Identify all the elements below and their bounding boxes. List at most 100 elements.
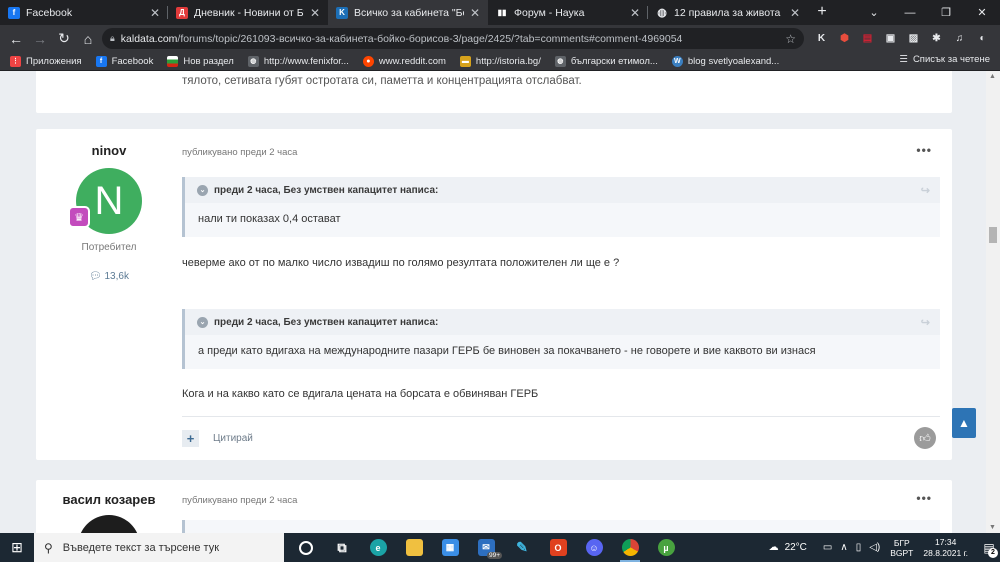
taskbar-apps: ⧉ e ▦ ✉ 99+ ✎ O ☺ µ	[288, 533, 684, 562]
restore-icon[interactable]: ❐	[928, 6, 964, 19]
bookmarks-bar: ⋮ Приложения f Facebook Нов раздел ◍ http:/…	[0, 52, 1000, 71]
post-options-icon[interactable]: •••	[916, 143, 932, 157]
mail-icon[interactable]: ✉ 99+	[468, 533, 504, 562]
chevron-down-icon[interactable]: ⌄	[197, 316, 208, 328]
share-arrow-icon[interactable]: ↪	[921, 316, 930, 329]
screenshot-extension-icon[interactable]: ▨	[904, 29, 923, 48]
minimize-icon[interactable]: —	[892, 7, 928, 19]
close-icon[interactable]: ✕	[470, 6, 480, 20]
meet-now-icon[interactable]: ▭	[823, 542, 832, 553]
forum-icon: ▮▮	[496, 6, 508, 19]
forward-icon[interactable]: →	[28, 31, 52, 47]
post-vasil: васил козарев публикувано преди 2 часа •…	[36, 480, 952, 533]
weather-widget[interactable]: ☁ 22°C	[769, 542, 807, 553]
quote-button[interactable]: + Цитирай	[182, 430, 253, 447]
bookmark-blog[interactable]: Wblog svetlyoalexand...	[671, 55, 779, 67]
chevron-down-icon[interactable]: ⌄	[197, 184, 208, 196]
close-icon[interactable]: ✕	[150, 6, 160, 20]
menu-icon[interactable]: ⋮	[996, 29, 1000, 48]
back-icon[interactable]: ←	[4, 31, 28, 47]
bookmark-apps[interactable]: ⋮ Приложения	[10, 55, 82, 67]
tab-title: 12 правила за живота	[674, 6, 781, 19]
avatar[interactable]	[78, 515, 140, 533]
facebook-icon: f	[8, 6, 20, 19]
address-bar[interactable]: 🔒︎ kaldata.com/forums/topic/261093-всичк…	[102, 28, 804, 49]
bookmark-reddit[interactable]: ● www.reddit.com	[362, 55, 446, 67]
kaldata-extension-icon[interactable]: K	[812, 29, 831, 48]
author-name[interactable]: васил козарев	[36, 492, 182, 507]
divider	[182, 416, 940, 417]
scroll-down-icon[interactable]: ▼	[989, 524, 996, 531]
globe-icon: ◍	[554, 55, 566, 67]
reload-icon[interactable]: ↻	[52, 30, 76, 47]
extensions: K ⬢ ▤ ▣ ▨ ✱ ♫ ◐ ⋮	[812, 29, 1000, 48]
tab-title: Дневник - Новини от Бълга...	[194, 6, 304, 19]
show-hidden-icons-icon[interactable]: ∧	[840, 542, 847, 553]
share-arrow-icon[interactable]: ↪	[921, 184, 930, 197]
network-icon[interactable]: ▯	[856, 542, 862, 553]
page-scrollbar[interactable]: ▲ ▼	[986, 71, 1000, 533]
home-icon[interactable]: ⌂	[76, 31, 100, 47]
system-tray: ☁ 22°C ▭ ∧ ▯ ◁) БГР BGPT 17:34 28.8.2021 г.…	[769, 533, 1000, 562]
clock[interactable]: 17:34 28.8.2021 г.	[923, 537, 968, 559]
close-icon[interactable]: ✕	[630, 6, 640, 20]
scroll-up-icon[interactable]: ▲	[989, 73, 996, 80]
tab-facebook[interactable]: f Facebook ✕	[0, 0, 168, 25]
close-icon[interactable]: ✕	[790, 6, 800, 20]
post-date[interactable]: публикувано преди 2 часа	[182, 147, 297, 158]
office-icon[interactable]: O	[540, 533, 576, 562]
bookmark-star-icon[interactable]: ☆	[785, 32, 796, 46]
chrome-icon[interactable]	[612, 533, 648, 562]
adblock-extension-icon[interactable]: ⬢	[835, 29, 854, 48]
bookmark-etymology[interactable]: ◍ български етимол...	[554, 55, 658, 67]
store-icon[interactable]: ▦	[432, 533, 468, 562]
tab-title: Всичко за кабинета "Бойко Б...	[354, 6, 464, 19]
taskbar-search-input[interactable]: ⚲ Въведете текст за търсене тук	[34, 533, 284, 562]
scrollbar-thumb[interactable]	[989, 227, 997, 243]
kaldata-icon: K	[336, 6, 348, 19]
avatar[interactable]: N ♛	[68, 168, 142, 234]
utorrent-icon[interactable]: µ	[648, 533, 684, 562]
tab-12-rules[interactable]: ◍ 12 правила за живота ✕	[648, 0, 808, 25]
post-options-icon[interactable]: •••	[916, 491, 932, 505]
reading-list[interactable]: ☰ Списък за четене	[899, 54, 990, 65]
language-indicator[interactable]: БГР BGPT	[890, 538, 913, 558]
close-window-icon[interactable]: ✕	[964, 6, 1000, 19]
avatar-letter: N	[94, 178, 124, 223]
tab-search-icon[interactable]: ⌄	[856, 6, 892, 19]
bookmark-new-section[interactable]: Нов раздел	[167, 55, 234, 67]
author-name[interactable]: ninov	[36, 143, 182, 158]
edge-icon[interactable]: e	[360, 533, 396, 562]
volume-icon[interactable]: ◁)	[869, 542, 880, 553]
tab-forum[interactable]: ▮▮ Форум - Наука ✕	[488, 0, 648, 25]
bookmark-facebook[interactable]: f Facebook	[95, 55, 153, 67]
bookmark-istoria[interactable]: ▬ http://istoria.bg/	[459, 55, 541, 67]
profile-icon[interactable]: ◐	[973, 29, 992, 48]
tab-dnevnik[interactable]: Д Дневник - Новини от Бълга... ✕	[168, 0, 328, 25]
media-icon[interactable]: ♫	[950, 29, 969, 48]
reddit-icon: ●	[362, 55, 374, 67]
quote-block: ⌄ преди 2 часа, Без умствен капацитет на…	[182, 177, 940, 237]
post-date[interactable]: публикувано преди 2 часа	[182, 495, 297, 506]
cortana-icon[interactable]	[288, 533, 324, 562]
post-text: чеверме ако от по малко число извадиш по…	[182, 257, 620, 269]
plus-icon[interactable]: +	[182, 430, 199, 447]
bookmark-fenix[interactable]: ◍ http://www.fenixfor...	[247, 55, 349, 67]
translate-extension-icon[interactable]: ▣	[881, 29, 900, 48]
new-tab-button[interactable]: +	[808, 0, 836, 25]
flag-extension-icon[interactable]: ▤	[858, 29, 877, 48]
extensions-puzzle-icon[interactable]: ✱	[927, 29, 946, 48]
quote-header: ⌄ преди 2 часа, Без умствен капацитет на…	[185, 309, 940, 335]
paint-icon[interactable]: ✎	[504, 533, 540, 562]
scroll-to-top-button[interactable]: ▲	[952, 408, 976, 438]
windows-start-icon[interactable]: ⊞	[0, 533, 34, 562]
like-icon[interactable]: 👍︎	[914, 427, 936, 449]
notifications-icon[interactable]: ▤ 2	[978, 541, 1000, 558]
task-view-icon[interactable]: ⧉	[324, 533, 360, 562]
quote-header: ⌄ преди 2 часа, Без умствен капацитет на…	[185, 177, 940, 203]
tab-kaldata[interactable]: K Всичко за кабинета "Бойко Б... ✕	[328, 0, 488, 25]
author-panel: ninov N ♛ Потребител 💬︎ 13,6k	[36, 143, 182, 282]
file-explorer-icon[interactable]	[396, 533, 432, 562]
discord-icon[interactable]: ☺	[576, 533, 612, 562]
close-icon[interactable]: ✕	[310, 6, 320, 20]
